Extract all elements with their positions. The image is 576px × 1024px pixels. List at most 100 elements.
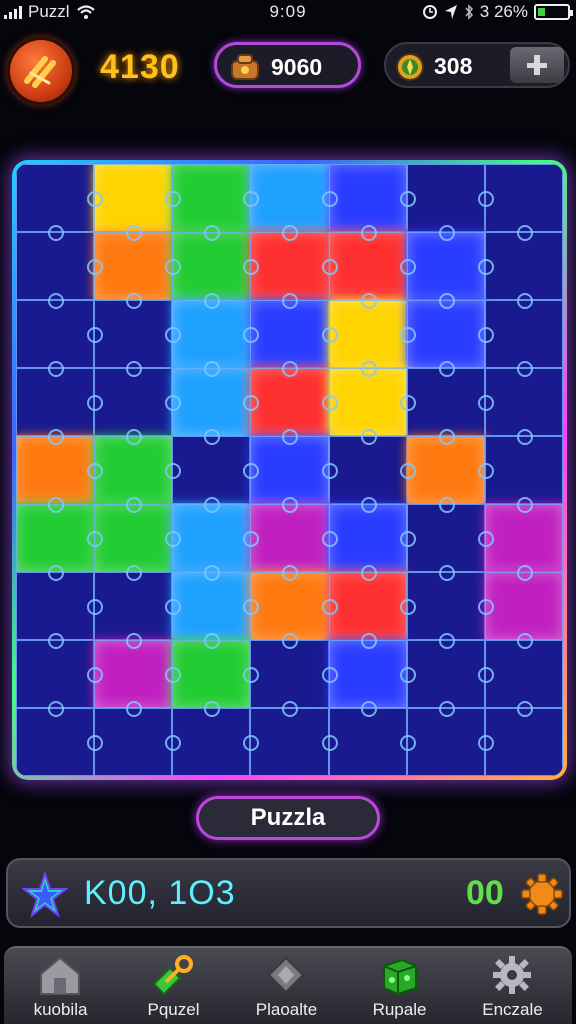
puzzle-tile[interactable] — [16, 701, 95, 776]
nav-label-key: Pquzel — [147, 1000, 200, 1019]
puzzle-tile[interactable] — [321, 497, 407, 572]
puzzle-tile[interactable] — [16, 497, 95, 572]
puzzle-knob — [399, 735, 416, 751]
puzzle-knob — [321, 259, 338, 275]
puzzle-tile[interactable] — [399, 497, 485, 572]
cube-icon — [383, 958, 417, 996]
puzzle-knob — [243, 463, 260, 479]
puzzle-tile[interactable] — [321, 633, 407, 708]
nav-item-key[interactable]: Pquzel — [117, 948, 230, 1024]
puzzle-tile[interactable] — [165, 633, 251, 708]
puzzle-tile[interactable] — [87, 225, 173, 300]
puzzle-knob — [516, 429, 533, 445]
puzzle-tile[interactable] — [165, 497, 251, 572]
puzzle-tile[interactable] — [477, 429, 563, 504]
puzzle-tile[interactable] — [16, 225, 95, 300]
puzzle-tile[interactable] — [399, 429, 485, 504]
puzzle-knob — [126, 497, 143, 513]
puzzle-tile[interactable] — [243, 633, 329, 708]
puzzle-tile[interactable] — [477, 225, 563, 300]
puzzle-tile[interactable] — [87, 633, 173, 708]
nav-item-settings[interactable]: Enczale — [456, 948, 569, 1024]
puzzle-tile[interactable] — [243, 164, 329, 232]
puzzle-tile[interactable] — [477, 293, 563, 368]
puzzle-knob — [204, 565, 221, 581]
puzzle-title-button[interactable]: Puzzla — [196, 796, 380, 840]
puzzle-knob — [516, 225, 533, 241]
wrench-icon — [24, 56, 56, 88]
puzzle-tile[interactable] — [477, 164, 563, 232]
puzzle-tile[interactable] — [87, 701, 173, 776]
puzzle-tile[interactable] — [477, 633, 563, 708]
puzzle-tile[interactable] — [477, 701, 563, 776]
puzzle-tile[interactable] — [477, 361, 563, 436]
puzzle-tile[interactable] — [87, 293, 173, 368]
puzzle-tile[interactable] — [87, 429, 173, 504]
puzzle-knob — [243, 191, 260, 207]
puzzle-tile[interactable] — [243, 565, 329, 640]
puzzle-tile[interactable] — [165, 225, 251, 300]
puzzle-tile[interactable] — [477, 565, 563, 640]
puzzle-tile[interactable] — [165, 429, 251, 504]
puzzle-tile[interactable] — [399, 164, 485, 232]
nav-item-diamond[interactable]: Plaoalte — [230, 948, 343, 1024]
puzzle-knob — [399, 667, 416, 683]
puzzle-tile[interactable] — [321, 293, 407, 368]
puzzle-knob — [282, 225, 299, 241]
puzzle-tile[interactable] — [16, 361, 95, 436]
puzzle-tile[interactable] — [477, 497, 563, 572]
puzzle-tile[interactable] — [243, 429, 329, 504]
nav-item-cube[interactable]: Rupale — [343, 948, 456, 1024]
puzzle-tile[interactable] — [165, 164, 251, 232]
puzzle-tile[interactable] — [16, 565, 95, 640]
puzzle-tile[interactable] — [321, 701, 407, 776]
puzzle-tile[interactable] — [243, 293, 329, 368]
puzzle-tile[interactable] — [321, 565, 407, 640]
puzzle-tile[interactable] — [243, 497, 329, 572]
puzzle-knob — [165, 259, 182, 275]
puzzle-tile[interactable] — [87, 361, 173, 436]
battery-fill — [538, 8, 546, 16]
puzzle-knob — [477, 667, 494, 683]
puzzle-tile[interactable] — [16, 164, 95, 232]
puzzle-knob — [360, 293, 377, 309]
add-gems-button[interactable] — [510, 47, 564, 83]
puzzle-tile[interactable] — [165, 361, 251, 436]
puzzle-tile[interactable] — [399, 565, 485, 640]
puzzle-knob — [516, 633, 533, 649]
puzzle-tile[interactable] — [321, 429, 407, 504]
puzzle-tile[interactable] — [399, 701, 485, 776]
puzzle-knob — [360, 633, 377, 649]
puzzle-tile[interactable] — [399, 633, 485, 708]
puzzle-tile[interactable] — [87, 497, 173, 572]
nav-item-home[interactable]: kuobila — [4, 948, 117, 1024]
puzzle-tile[interactable] — [243, 225, 329, 300]
puzzle-knob — [477, 395, 494, 411]
puzzle-tile[interactable] — [87, 164, 173, 232]
puzzle-knob — [282, 565, 299, 581]
puzzle-tile[interactable] — [321, 361, 407, 436]
puzzle-tile[interactable] — [321, 225, 407, 300]
puzzle-knob — [165, 599, 182, 615]
puzzle-knob — [204, 225, 221, 241]
puzzle-tile[interactable] — [87, 565, 173, 640]
game-logo-button[interactable] — [10, 40, 72, 102]
puzzle-tile[interactable] — [321, 164, 407, 232]
puzzle-tile[interactable] — [399, 293, 485, 368]
puzzle-tile[interactable] — [399, 361, 485, 436]
puzzle-tile[interactable] — [165, 293, 251, 368]
puzzle-knob — [516, 701, 533, 717]
puzzle-tile[interactable] — [16, 293, 95, 368]
puzzle-tile[interactable] — [16, 429, 95, 504]
puzzle-tile[interactable] — [16, 633, 95, 708]
puzzle-board[interactable] — [16, 164, 563, 776]
alarm-icon — [422, 5, 437, 19]
puzzle-piece-icon[interactable] — [520, 872, 564, 916]
puzzle-tile[interactable] — [165, 701, 251, 776]
puzzle-tile[interactable] — [399, 225, 485, 300]
puzzle-knob — [126, 361, 143, 377]
puzzle-tile[interactable] — [243, 361, 329, 436]
puzzle-tile[interactable] — [165, 565, 251, 640]
puzzle-tile[interactable] — [243, 701, 329, 776]
coins-counter[interactable]: 9060 — [214, 42, 361, 88]
